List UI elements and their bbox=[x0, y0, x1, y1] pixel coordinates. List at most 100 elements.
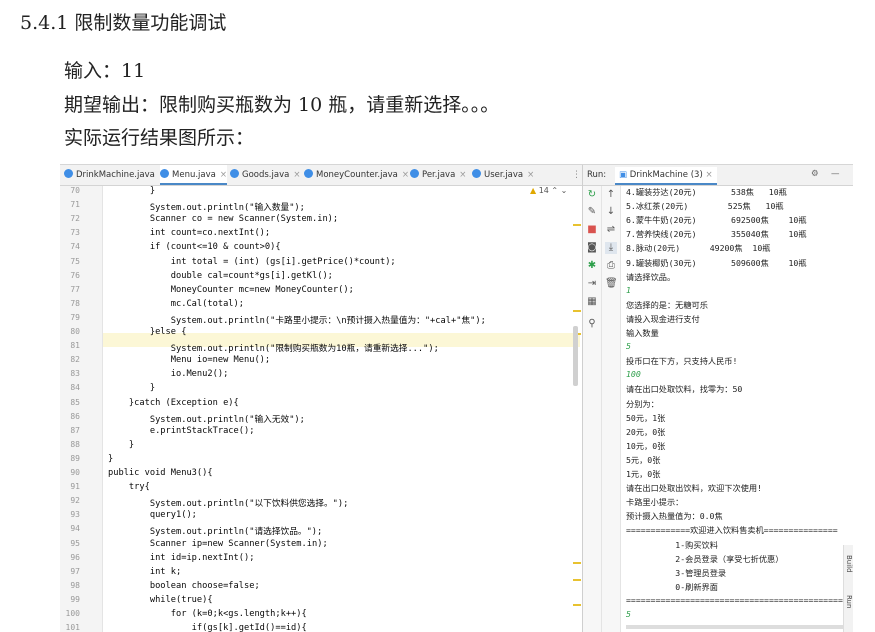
code-line: int total = (int) (gs[i].getPrice()*coun… bbox=[108, 256, 396, 267]
code-line: query1(); bbox=[108, 510, 197, 521]
console-output-line: 10元，0张 bbox=[626, 440, 666, 451]
console-output-line: 请投入现金进行支付 bbox=[626, 313, 700, 324]
code-line: MoneyCounter mc=new MoneyCounter(); bbox=[108, 284, 354, 295]
line-number: 79 bbox=[70, 312, 80, 322]
java-class-icon bbox=[304, 169, 313, 178]
run-config-icon: ▣ bbox=[619, 170, 628, 180]
code-line: for (k=0;k<gs.length;k++){ bbox=[108, 609, 307, 619]
warning-stripe[interactable] bbox=[573, 579, 581, 581]
java-class-icon bbox=[410, 169, 419, 178]
run-toolbar: ↻ ✎ ■ ◙ ✱ ⇥ ▦ ⚲ bbox=[583, 186, 602, 632]
code-line: mc.Cal(total); bbox=[108, 298, 244, 309]
code-line: Menu io=new Menu(); bbox=[108, 355, 271, 366]
java-class-icon bbox=[230, 169, 239, 178]
console-input-line: 5 bbox=[626, 341, 631, 352]
tab-goods[interactable]: Goods.java × bbox=[230, 165, 300, 185]
console-output-line: 请选择饮品。 bbox=[626, 271, 676, 282]
wrench-icon[interactable]: ✎ bbox=[586, 206, 598, 218]
tab-user[interactable]: User.java × bbox=[472, 165, 534, 185]
print-icon[interactable]: ⎙ bbox=[605, 260, 617, 272]
run-tool-tab[interactable]: Run bbox=[845, 595, 853, 608]
warning-stripe[interactable] bbox=[573, 562, 581, 564]
warning-stripe[interactable] bbox=[573, 604, 581, 606]
console-output-line: 1-购买饮料 bbox=[626, 539, 718, 550]
run-config-tab[interactable]: ▣ DrinkMachine (3) × bbox=[615, 167, 717, 185]
console-output-line: 卡路里小提示： bbox=[626, 497, 684, 508]
code-line: } bbox=[108, 383, 156, 394]
rerun-icon[interactable]: ↻ bbox=[586, 189, 598, 201]
java-class-icon bbox=[160, 169, 169, 178]
console-output-line: 4.罐装芬达(20元) 538焦 10瓶 bbox=[626, 187, 787, 197]
soft-wrap-icon[interactable]: ⇌ bbox=[605, 224, 617, 236]
layout-icon[interactable]: ▦ bbox=[586, 296, 598, 308]
more-tabs-icon[interactable]: ⋮ bbox=[572, 165, 581, 185]
close-icon[interactable]: × bbox=[293, 170, 300, 180]
code-line: } bbox=[108, 186, 156, 196]
code-line: Scanner co = new Scanner(System.in); bbox=[108, 214, 339, 225]
code-line: try{ bbox=[108, 482, 150, 493]
console-output-line: 2-会员登录（享受七折优惠） bbox=[626, 553, 784, 564]
close-icon[interactable]: × bbox=[220, 170, 227, 180]
code-line: int id=ip.nextInt(); bbox=[108, 552, 255, 563]
code-editor[interactable]: ▲ 14 ⌃ ⌄ 70 } 71 System.out.println("输入数量… bbox=[60, 186, 582, 632]
tab-menu[interactable]: Menu.java × bbox=[160, 165, 227, 185]
line-number: 75 bbox=[70, 256, 80, 266]
trash-icon[interactable]: 🗑 bbox=[605, 278, 618, 290]
debug-icon[interactable]: ✱ bbox=[586, 260, 598, 272]
tab-moneycounter[interactable]: MoneyCounter.java × bbox=[304, 165, 409, 185]
console-output-line: 50元，1张 bbox=[626, 412, 666, 423]
code-line: while(true){ bbox=[108, 594, 213, 605]
close-icon[interactable]: × bbox=[459, 170, 466, 180]
warning-stripe[interactable] bbox=[573, 310, 581, 312]
warning-stripe[interactable] bbox=[573, 224, 581, 226]
actual-result-line: 实际运行结果图所示： bbox=[64, 127, 255, 149]
gear-icon[interactable]: ⚙ bbox=[811, 169, 819, 179]
line-number: 95 bbox=[70, 538, 80, 548]
line-number: 88 bbox=[70, 439, 80, 449]
tab-per[interactable]: Per.java × bbox=[410, 165, 466, 185]
close-icon[interactable]: × bbox=[527, 170, 534, 180]
ide-screenshot: DrinkMachine.java× Menu.java× Goods.java… bbox=[60, 164, 853, 632]
code-line: public void Menu3(){ bbox=[108, 468, 213, 478]
console-output-line: 0-刷新界面 bbox=[626, 581, 718, 592]
line-number: 82 bbox=[70, 355, 80, 365]
section-heading: 5.4.1 限制数量功能调试 bbox=[20, 12, 227, 34]
console-scrollbar[interactable] bbox=[626, 625, 846, 629]
code-line: System.out.println("限制购买瓶数为10瓶，请重新选择..."… bbox=[108, 344, 439, 355]
inspection-widget[interactable]: ▲ 14 ⌃ ⌄ bbox=[530, 186, 567, 195]
stop-icon[interactable]: ■ bbox=[586, 224, 598, 236]
console-output-line: 输入数量 bbox=[626, 328, 659, 338]
pin-icon[interactable]: ⚲ bbox=[586, 318, 598, 330]
down-arrow-icon[interactable]: ↓ bbox=[605, 206, 617, 218]
code-line: Scanner ip=new Scanner(System.in); bbox=[108, 538, 328, 549]
editor-scrollbar[interactable] bbox=[573, 326, 578, 386]
run-label: Run: bbox=[587, 170, 607, 180]
close-icon[interactable]: × bbox=[705, 170, 712, 180]
line-number: 89 bbox=[70, 453, 80, 463]
line-number: 83 bbox=[70, 369, 80, 379]
java-class-icon bbox=[472, 169, 481, 178]
close-icon[interactable]: × bbox=[402, 170, 409, 180]
minimize-icon[interactable]: — bbox=[831, 169, 840, 179]
console-output-line: =============欢迎进入饮料售卖机=============== bbox=[626, 525, 838, 536]
code-line: } bbox=[108, 439, 135, 450]
console-output-line: 分别为： bbox=[626, 398, 659, 409]
line-number: 71 bbox=[70, 200, 80, 210]
code-line: System.out.println("请选择饮品。"); bbox=[108, 527, 323, 538]
exit-icon[interactable]: ⇥ bbox=[586, 278, 598, 290]
camera-icon[interactable]: ◙ bbox=[586, 242, 598, 254]
line-number: 98 bbox=[70, 580, 80, 590]
build-tool-tab[interactable]: Build bbox=[845, 555, 853, 573]
console-output-line: 6.蒙牛牛奶(20元) 692500焦 10瓶 bbox=[626, 215, 807, 226]
input-line: 输入：11 bbox=[64, 60, 146, 82]
console-output-line: 投币口在下方，只支持人民币! bbox=[626, 356, 738, 367]
scroll-to-end-icon[interactable]: ⤓ bbox=[605, 242, 617, 254]
code-line: System.out.println("卡路里小提示：\n预计摄入热量值为："+… bbox=[108, 315, 486, 326]
up-arrow-icon[interactable]: ↑ bbox=[605, 189, 617, 201]
line-number: 85 bbox=[70, 397, 80, 407]
tab-drinkmachine[interactable]: DrinkMachine.java× bbox=[64, 165, 166, 185]
line-number: 86 bbox=[70, 411, 80, 421]
editor-tab-bar: DrinkMachine.java× Menu.java× Goods.java… bbox=[60, 165, 582, 186]
code-line: System.out.println("输入数量"); bbox=[108, 203, 305, 214]
line-number: 93 bbox=[70, 510, 80, 520]
